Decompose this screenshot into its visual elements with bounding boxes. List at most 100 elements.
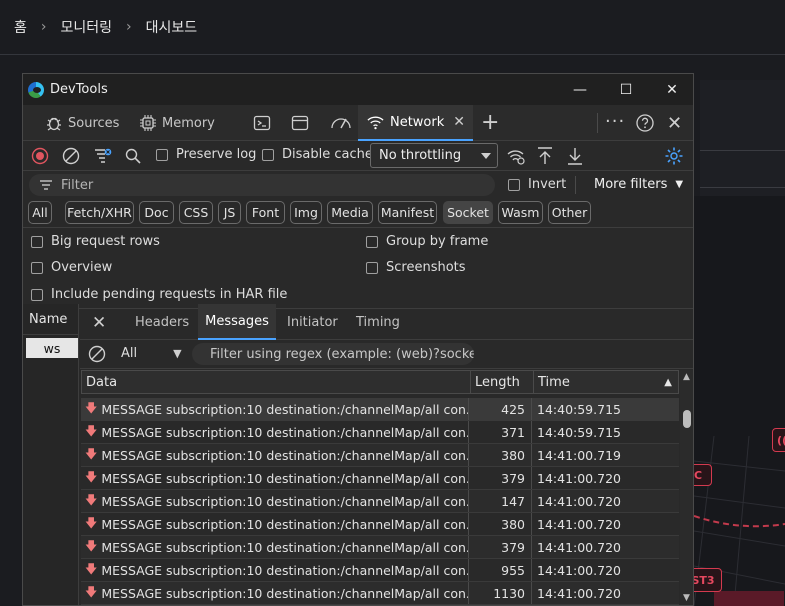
column-header-length[interactable]: Length bbox=[471, 371, 534, 393]
download-icon[interactable] bbox=[566, 146, 584, 166]
table-row[interactable]: 🡇 MESSAGE subscription:10 destination:/ch… bbox=[81, 421, 679, 444]
breadcrumb-section[interactable]: 모니터링 bbox=[61, 17, 113, 37]
map-node[interactable]: ST3 bbox=[694, 568, 722, 592]
checkbox-box[interactable] bbox=[31, 261, 43, 274]
name-column-header[interactable]: Name bbox=[23, 304, 78, 335]
message-length: 379 bbox=[470, 536, 532, 558]
clear-messages-icon[interactable] bbox=[88, 345, 106, 363]
checkbox-box[interactable] bbox=[31, 235, 43, 248]
message-time: 14:41:00.720 bbox=[537, 539, 621, 555]
devtools-tab-bar: Sources Memory Network ✕ + ··· ✕ bbox=[23, 105, 693, 141]
triangle-down-icon: ▼ bbox=[675, 179, 684, 190]
table-row[interactable]: 🡇 MESSAGE subscription:10 destination:/ch… bbox=[81, 444, 679, 467]
filter-input[interactable]: Filter bbox=[29, 174, 495, 196]
filter-clear-icon[interactable] bbox=[93, 146, 113, 166]
table-row[interactable]: 🡇 MESSAGE subscription:10 destination:/ch… bbox=[81, 536, 679, 559]
map-node[interactable]: (( bbox=[772, 428, 785, 452]
network-map-canvas[interactable]: C (( ST3 bbox=[694, 196, 785, 606]
screenshots-checkbox[interactable]: Screenshots bbox=[366, 260, 466, 275]
close-detail-icon[interactable]: ✕ bbox=[92, 313, 106, 333]
breadcrumb: 홈 › 모니터링 › 대시보드 bbox=[0, 0, 785, 55]
invert-checkbox[interactable]: Invert bbox=[508, 177, 566, 192]
chip-fetch-xhr[interactable]: Fetch/XHR bbox=[65, 201, 134, 224]
record-icon[interactable] bbox=[31, 147, 49, 165]
checkbox-box[interactable] bbox=[508, 178, 520, 191]
checkbox-box[interactable] bbox=[366, 235, 378, 248]
breadcrumb-home[interactable]: 홈 bbox=[14, 17, 27, 37]
message-type-select[interactable]: All ▼ bbox=[121, 346, 182, 361]
console-icon[interactable] bbox=[253, 114, 271, 132]
group-by-frame-checkbox[interactable]: Group by frame bbox=[366, 234, 488, 249]
scroll-down-icon[interactable]: ▼ bbox=[683, 593, 690, 603]
close-window-button[interactable]: ✕ bbox=[649, 74, 693, 105]
chip-wasm[interactable]: Wasm bbox=[498, 201, 543, 224]
preserve-log-checkbox[interactable]: Preserve log bbox=[156, 147, 256, 162]
chip-manifest[interactable]: Manifest bbox=[378, 201, 437, 224]
settings-gear-icon[interactable] bbox=[664, 146, 684, 166]
include-pending-checkbox[interactable]: Include pending requests in HAR file bbox=[31, 287, 287, 302]
tab-headers[interactable]: Headers bbox=[135, 304, 189, 340]
chip-img[interactable]: Img bbox=[290, 201, 322, 224]
checkbox-box[interactable] bbox=[156, 148, 168, 161]
messages-scrollbar[interactable]: ▲ ▼ bbox=[680, 370, 693, 605]
tab-messages[interactable]: Messages bbox=[198, 304, 276, 340]
title-bar[interactable]: DevTools — ☐ ✕ bbox=[23, 74, 693, 105]
table-row[interactable]: 🡇 MESSAGE subscription:10 destination:/ch… bbox=[81, 490, 679, 513]
maximize-button[interactable]: ☐ bbox=[603, 74, 649, 105]
chip-all[interactable]: All bbox=[28, 201, 52, 224]
tab-sources[interactable]: Sources bbox=[45, 105, 119, 141]
checkbox-box[interactable] bbox=[262, 148, 274, 161]
chip-other[interactable]: Other bbox=[548, 201, 591, 224]
help-icon[interactable] bbox=[635, 113, 655, 133]
table-row[interactable]: 🡇 MESSAGE subscription:10 destination:/ch… bbox=[81, 467, 679, 490]
table-header: Data Length Time ▲ bbox=[81, 370, 679, 394]
chip-font[interactable]: Font bbox=[246, 201, 285, 224]
chip-doc[interactable]: Doc bbox=[139, 201, 174, 224]
table-row[interactable]: 🡇 MESSAGE subscription:10 destination:/ch… bbox=[81, 398, 679, 421]
message-time: 14:40:59.715 bbox=[537, 424, 621, 440]
map-node[interactable]: C bbox=[694, 464, 712, 486]
clear-icon[interactable] bbox=[62, 147, 80, 165]
chip-css[interactable]: CSS bbox=[179, 201, 213, 224]
column-header-time[interactable]: Time ▲ bbox=[534, 371, 678, 393]
tab-initiator[interactable]: Initiator bbox=[287, 304, 338, 340]
chip-socket[interactable]: Socket bbox=[443, 201, 493, 224]
network-conditions-icon[interactable] bbox=[506, 146, 526, 166]
message-length: 380 bbox=[470, 513, 532, 535]
throttling-value: No throttling bbox=[379, 148, 462, 163]
close-tab-icon[interactable]: ✕ bbox=[453, 114, 465, 130]
more-filters-button[interactable]: More filters ▼ bbox=[594, 177, 683, 192]
throttling-select[interactable]: No throttling bbox=[370, 143, 498, 168]
minimize-button[interactable]: — bbox=[557, 74, 603, 105]
scroll-up-icon[interactable]: ▲ bbox=[683, 372, 690, 382]
table-row[interactable]: 🡇 MESSAGE subscription:10 destination:/ch… bbox=[81, 559, 679, 582]
incoming-arrow-icon: 🡇 bbox=[85, 515, 98, 530]
chip-media[interactable]: Media bbox=[327, 201, 373, 224]
scroll-thumb[interactable] bbox=[683, 410, 691, 428]
big-request-rows-checkbox[interactable]: Big request rows bbox=[31, 234, 160, 249]
add-tab-icon[interactable]: + bbox=[481, 110, 499, 135]
close-devtools-icon[interactable]: ✕ bbox=[667, 113, 682, 134]
upload-icon[interactable] bbox=[536, 146, 554, 166]
sort-ascending-icon: ▲ bbox=[664, 376, 672, 388]
tab-network[interactable]: Network ✕ bbox=[358, 105, 473, 141]
more-tools-icon[interactable]: ··· bbox=[605, 111, 625, 132]
checkbox-box[interactable] bbox=[366, 261, 378, 274]
chip-js[interactable]: JS bbox=[218, 201, 241, 224]
search-icon[interactable] bbox=[124, 147, 142, 165]
request-item-ws[interactable]: ws bbox=[26, 338, 78, 358]
message-length: 379 bbox=[470, 467, 532, 489]
disable-cache-checkbox[interactable]: Disable cache bbox=[262, 147, 373, 162]
message-length: 380 bbox=[470, 444, 532, 466]
column-header-data[interactable]: Data bbox=[82, 371, 471, 393]
tab-memory[interactable]: Memory bbox=[139, 105, 215, 141]
table-row[interactable]: 🡇 MESSAGE subscription:10 destination:/ch… bbox=[81, 513, 679, 536]
performance-icon[interactable] bbox=[330, 114, 352, 132]
checkbox-box[interactable] bbox=[31, 288, 43, 301]
table-row[interactable]: 🡇 MESSAGE subscription:10 destination:/ch… bbox=[81, 582, 679, 605]
elements-icon[interactable] bbox=[291, 114, 309, 132]
message-data: MESSAGE subscription:10 destination:/cha… bbox=[101, 447, 469, 463]
regex-filter-input[interactable]: Filter using regex (example: (web)?socke… bbox=[192, 343, 474, 365]
overview-checkbox[interactable]: Overview bbox=[31, 260, 112, 275]
tab-timing[interactable]: Timing bbox=[356, 304, 400, 340]
